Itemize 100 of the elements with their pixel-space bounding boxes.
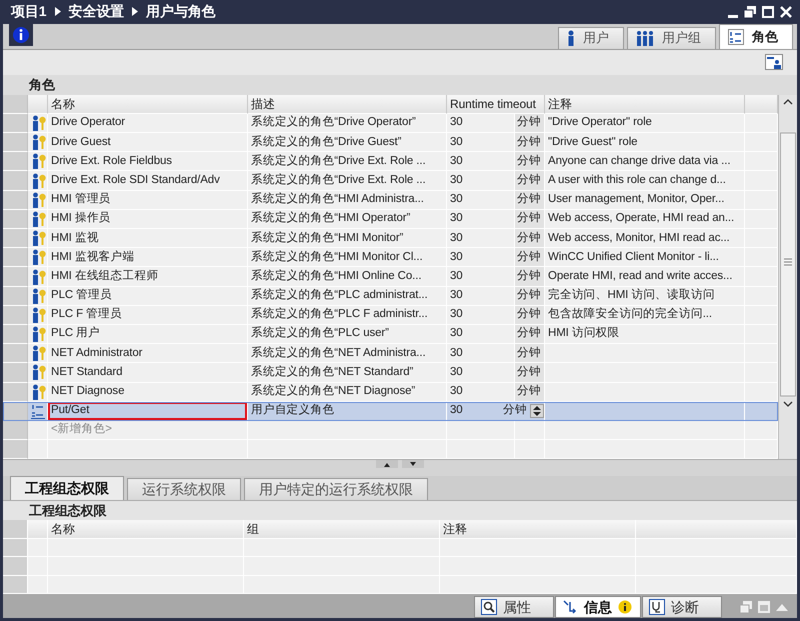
arrows-icon (562, 599, 578, 615)
table-cell: NET Administrator (48, 344, 248, 364)
table-row[interactable]: Put/Get 用户自定义角色 30 分钟 (3, 402, 778, 421)
empty-cell (515, 420, 545, 440)
row-header (3, 382, 28, 402)
user-key-icon (31, 364, 47, 380)
spinner-icon[interactable] (530, 404, 544, 418)
info-badge-icon (618, 600, 632, 614)
tab[interactable]: 用户组 (627, 26, 716, 49)
table-cell: NET Diagnose (48, 382, 248, 402)
row-header (3, 229, 28, 248)
table-row[interactable]: HMI 管理员 系统定义的角色“HMI Administra... 30 分钟 User management, Monitor, Oper... (3, 190, 778, 210)
table-cell: Anyone can change drive data via ... (545, 152, 745, 172)
table-cell: HMI 操作员 (48, 210, 248, 230)
table-cell: 分钟 (515, 363, 545, 383)
table-cell: PLC 管理员 (48, 286, 248, 306)
table-cell: "Drive Operator" role (545, 114, 745, 134)
table-cell: 分钟 (515, 114, 545, 134)
collapse-down-icon[interactable] (402, 460, 424, 468)
stethoscope-icon (649, 599, 665, 615)
status-tab[interactable]: 诊断 (642, 596, 722, 618)
table-cell: 分钟 (515, 152, 545, 172)
table-cell: 系统定义的角色“PLC administrat... (248, 286, 447, 306)
column-header[interactable]: 描述 (248, 94, 447, 114)
numbered-list-icon (728, 28, 744, 45)
section-title: 角色 (3, 75, 797, 95)
row-header (3, 344, 28, 364)
table-cell: 分钟 (515, 171, 545, 191)
column-header[interactable]: 注释 (440, 520, 636, 540)
row-header (3, 210, 28, 230)
column-header[interactable]: Runtime timeout (447, 94, 545, 114)
table-cell: HMI 管理员 (48, 190, 248, 210)
table-row[interactable]: NET Administrator 系统定义的角色“NET Administra... 30 分钟 (3, 344, 778, 364)
row-header (3, 306, 28, 325)
table-cell: "Drive Guest" role (545, 133, 745, 152)
table-cell: User management, Monitor, Oper... (545, 190, 745, 210)
breadcrumb-item[interactable]: 用户与角色 (146, 1, 216, 22)
restore-icon[interactable] (743, 4, 757, 19)
table-cell: Web access, Monitor, HMI read ac... (545, 229, 745, 248)
table-row[interactable]: PLC 用户 系统定义的角色“PLC user” 30 分钟 HMI 访问权限 (3, 324, 778, 344)
numbered-list-icon (31, 402, 45, 419)
table-cell: Put/Get (48, 402, 248, 421)
column-header[interactable]: 名称 (48, 520, 244, 540)
column-header[interactable]: 名称 (48, 94, 248, 114)
table-row[interactable]: NET Diagnose 系统定义的角色“NET Diagnose” 30 分钟 (3, 382, 778, 402)
table-cell: 系统定义的角色“PLC F administr... (248, 306, 447, 325)
table-row[interactable]: PLC 管理员 系统定义的角色“PLC administrat... 30 分钟 完全访问、HMI 访问、读取访问 (3, 286, 778, 306)
table-row[interactable]: PLC F 管理员 系统定义的角色“PLC F administr... 30 分钟 包含故障安全访问的完全访问... (3, 306, 778, 325)
row-header (3, 538, 28, 558)
row-header (3, 520, 28, 540)
table-row[interactable]: HMI 操作员 系统定义的角色“HMI Operator” 30 分钟 Web access, Operate, HMI read an... (3, 210, 778, 230)
info-icon[interactable] (9, 24, 33, 46)
user-card-icon[interactable] (765, 54, 783, 70)
table-cell: Drive Ext. Role SDI Standard/Adv (48, 171, 248, 191)
table-row[interactable]: Drive Ext. Role SDI Standard/Adv 系统定义的角色“Drive Ext. Role ... 30 分钟 A user with this role can change d... (3, 171, 778, 191)
table-cell: Drive Operator (48, 114, 248, 134)
user-key-icon (31, 172, 47, 189)
table-cell: 完全访问、HMI 访问、读取访问 (545, 286, 745, 306)
table-row[interactable]: Drive Operator 系统定义的角色“Drive Operator” 30 分钟 "Drive Operator" role (3, 114, 778, 134)
table-row[interactable]: HMI 监视客户端 系统定义的角色“HMI Monitor Cl... 30 分钟 WinCC Unified Client Monitor - li... (3, 248, 778, 268)
table-cell: 分钟 (515, 133, 545, 152)
table-cell: HMI 监视客户端 (48, 248, 248, 268)
maximize-icon[interactable] (761, 4, 775, 19)
table-cell: 系统定义的角色“NET Administra... (248, 344, 447, 364)
status-tab[interactable]: 信息 (555, 596, 641, 618)
tab[interactable]: 运行系统权限 (127, 478, 241, 500)
table-cell: 系统定义的角色“Drive Ext. Role ... (248, 152, 447, 172)
user-key-icon (31, 134, 47, 150)
breadcrumb-item[interactable]: 项目1 (11, 1, 46, 22)
table-row[interactable]: NET Standard 系统定义的角色“NET Standard” 30 分钟 (3, 363, 778, 383)
tab[interactable]: 用户 (558, 26, 624, 49)
breadcrumb-item[interactable]: 安全设置 (68, 1, 124, 22)
row-header (3, 114, 28, 134)
table-cell: 系统定义的角色“HMI Monitor Cl... (248, 248, 447, 268)
tab[interactable]: 用户特定的运行系统权限 (244, 478, 428, 500)
column-header[interactable]: 组 (244, 520, 440, 540)
close-icon[interactable] (779, 4, 793, 19)
table-cell: 分钟 (515, 248, 545, 268)
table-cell: 系统定义的角色“Drive Operator” (248, 114, 447, 134)
collapse-up-icon[interactable] (376, 460, 398, 468)
user-key-icon (31, 326, 47, 342)
table-cell: 用户自定义角色 (248, 402, 447, 421)
table-cell: 包含故障安全访问的完全访问... (545, 306, 745, 325)
tab[interactable]: 角色 (719, 24, 793, 49)
user-key-icon (31, 306, 47, 323)
column-header[interactable]: 注释 (545, 94, 745, 114)
table-cell: 分钟 (515, 210, 545, 230)
table-cell: 系统定义的角色“HMI Online Co... (248, 267, 447, 287)
table-row[interactable]: HMI 监视 系统定义的角色“HMI Monitor” 30 分钟 Web access, Monitor, HMI read ac... (3, 229, 778, 248)
user-key-icon (31, 345, 47, 362)
row-header (3, 171, 28, 191)
table-cell: WinCC Unified Client Monitor - li... (545, 248, 745, 268)
row-header (3, 363, 28, 383)
table-row[interactable]: HMI 在线组态工程师 系统定义的角色“HMI Online Co... 30 分钟 Operate HMI, read and write acces... (3, 267, 778, 287)
table-row[interactable]: Drive Ext. Role Fieldbus 系统定义的角色“Drive Ext. Role ... 30 分钟 Anyone can change drive data via ... (3, 152, 778, 172)
status-tab[interactable]: 属性 (474, 596, 554, 618)
row-header (3, 94, 28, 114)
user-key-icon (31, 268, 47, 285)
table-row[interactable]: Drive Guest 系统定义的角色“Drive Guest” 30 分钟 "Drive Guest" role (3, 133, 778, 152)
tab[interactable]: 工程组态权限 (10, 476, 124, 500)
